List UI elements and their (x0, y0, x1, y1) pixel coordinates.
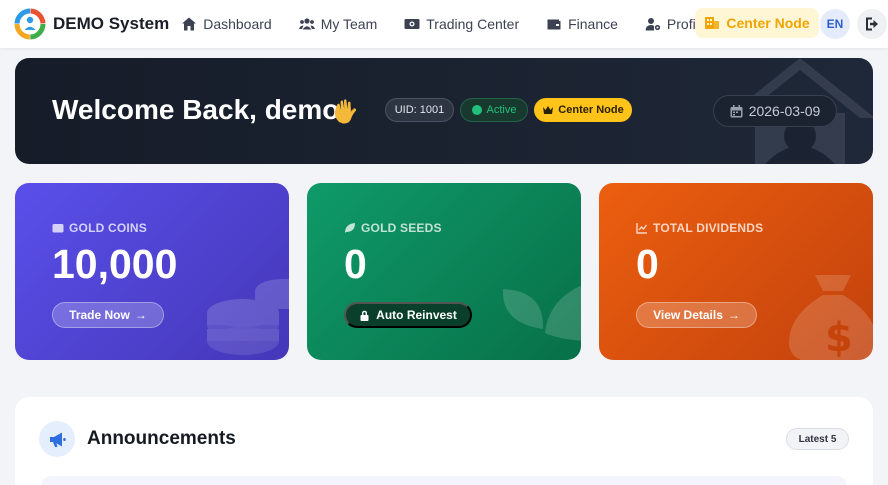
center-node-button[interactable]: Center Node (695, 8, 819, 38)
nav-finance[interactable]: Finance (546, 16, 618, 32)
top-navbar: DEMO System Dashboard My Team Trading Ce… (0, 0, 888, 48)
leaf-icon (345, 223, 355, 233)
announcements-panel: Announcements Latest 5 (15, 397, 873, 485)
megaphone-icon (49, 432, 66, 447)
waving-hand-icon (334, 99, 357, 124)
gold-seeds-label-text: GOLD SEEDS (361, 221, 442, 235)
nav-dashboard[interactable]: Dashboard (181, 16, 272, 32)
gold-seeds-label: GOLD SEEDS (344, 221, 442, 235)
nav-dashboard-label: Dashboard (203, 16, 272, 32)
brand[interactable]: DEMO System (14, 8, 169, 40)
trade-now-button[interactable]: Trade Now → (52, 302, 164, 328)
calendar-icon (730, 104, 743, 117)
gold-coins-label-text: GOLD COINS (69, 221, 148, 235)
chart-line-icon (636, 223, 648, 234)
logout-button[interactable] (857, 9, 887, 39)
lock-icon (360, 310, 369, 321)
nav-my-team-label: My Team (320, 16, 378, 32)
date-display: 2026-03-09 (713, 95, 837, 127)
trade-now-label: Trade Now (69, 308, 130, 322)
money-bag-watermark-icon: $ (789, 275, 873, 360)
coins-watermark-icon (207, 279, 289, 355)
check-circle-icon (471, 105, 482, 115)
building-icon (705, 17, 720, 29)
arrow-right-icon: → (134, 308, 147, 322)
announcements-title: Announcements (87, 428, 236, 449)
nav-trading-center-label: Trading Center (426, 16, 520, 32)
total-dividends-value: 0 (636, 241, 659, 287)
logout-icon (866, 17, 878, 31)
total-dividends-card: $ TOTAL DIVIDENDS 0 View Details → (599, 183, 873, 360)
brand-name: DEMO System (53, 14, 170, 33)
uid-badge: UID: 1001 (385, 98, 454, 122)
total-dividends-label-text: TOTAL DIVIDENDS (653, 221, 764, 235)
wallet-icon (547, 19, 561, 30)
announcements-icon-wrap (39, 421, 75, 457)
svg-text:$: $ (825, 315, 853, 360)
gold-seeds-value: 0 (344, 241, 367, 287)
gold-seeds-card: GOLD SEEDS 0 Auto Reinvest (307, 183, 581, 360)
user-gear-icon (645, 18, 661, 31)
announcement-list[interactable] (41, 476, 847, 485)
nav-my-team[interactable]: My Team (298, 16, 378, 32)
view-details-label: View Details (653, 308, 723, 322)
gold-coins-label: GOLD COINS (52, 221, 147, 235)
latest-badge: Latest 5 (786, 428, 849, 450)
auto-reinvest-label: Auto Reinvest (376, 308, 457, 322)
gold-coins-card: GOLD COINS 10,000 Trade Now → (15, 183, 289, 360)
welcome-title: Welcome Back, demo (52, 94, 340, 125)
status-badge: Active (460, 98, 528, 122)
gold-coins-value: 10,000 (52, 241, 178, 287)
nav-trading-center[interactable]: Trading Center (404, 16, 519, 32)
main-nav: Dashboard My Team Trading Center Finance… (181, 16, 733, 32)
users-icon (298, 18, 315, 30)
home-icon (182, 17, 197, 31)
nav-finance-label: Finance (568, 16, 618, 32)
node-badge: Center Node (534, 98, 632, 122)
node-badge-label: Center Node (558, 104, 624, 116)
total-dividends-label: TOTAL DIVIDENDS (636, 221, 763, 235)
language-button[interactable]: EN (820, 9, 850, 39)
logo-icon (14, 8, 46, 40)
crown-icon (543, 106, 554, 114)
wallet-icon (52, 224, 64, 233)
view-details-button[interactable]: View Details → (636, 302, 757, 328)
center-node-label: Center Node (726, 15, 810, 31)
date-text: 2026-03-09 (748, 103, 821, 119)
arrow-right-icon: → (727, 308, 740, 322)
welcome-banner: Welcome Back, demo UID: 1001 Active Cent… (15, 58, 873, 164)
exchange-icon (404, 19, 420, 29)
status-badge-label: Active (486, 104, 517, 116)
sprout-watermark-icon (502, 285, 581, 360)
auto-reinvest-button[interactable]: Auto Reinvest (344, 302, 472, 328)
